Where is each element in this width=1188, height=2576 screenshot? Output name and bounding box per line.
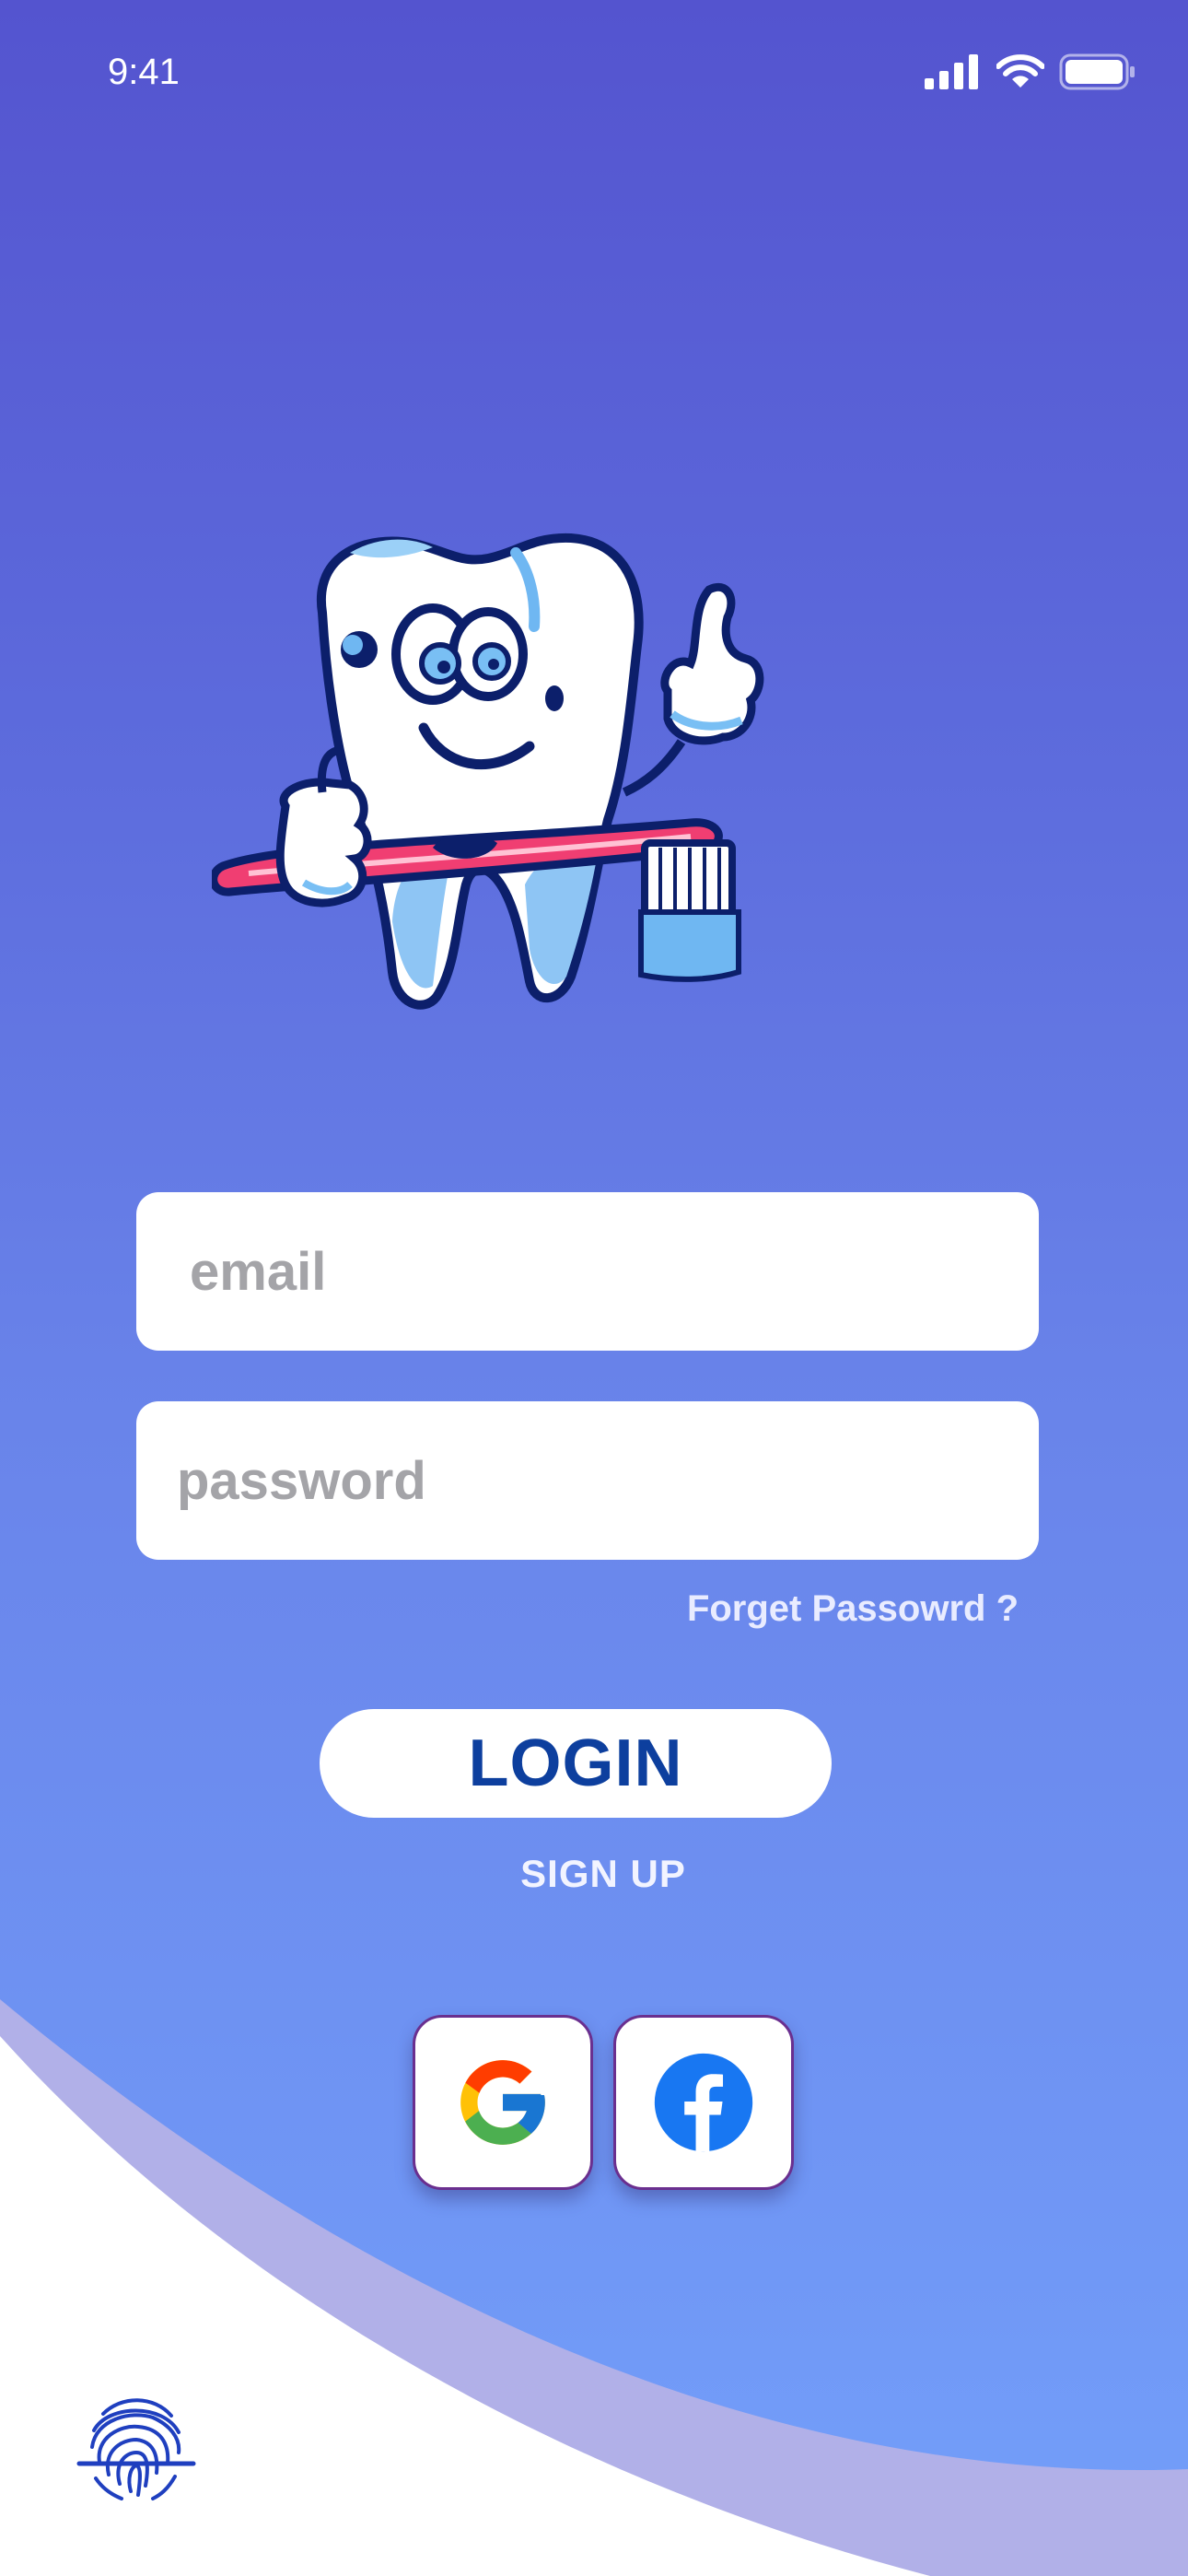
facebook-login-button[interactable] xyxy=(613,2015,794,2190)
google-login-button[interactable] xyxy=(413,2015,593,2190)
status-icons xyxy=(925,53,1136,90)
signal-icon xyxy=(925,54,978,89)
email-field[interactable] xyxy=(136,1192,1039,1351)
sign-up-link[interactable]: SIGN UP xyxy=(0,1852,1188,1896)
wifi-icon xyxy=(996,54,1044,88)
password-input[interactable] xyxy=(136,1401,1039,1560)
facebook-icon xyxy=(654,2053,753,2152)
password-field[interactable] xyxy=(136,1401,1039,1560)
forgot-password-link[interactable]: Forget Passowrd ? xyxy=(687,1588,1019,1630)
login-button[interactable]: LOGIN xyxy=(320,1709,832,1818)
status-time: 9:41 xyxy=(108,52,180,92)
email-input[interactable] xyxy=(136,1192,1039,1351)
battery-icon xyxy=(1059,53,1135,90)
fingerprint-icon[interactable] xyxy=(76,2386,197,2506)
login-screen: 9:41 email Forget Passowrd ? LOGIN SIGN … xyxy=(0,0,1188,2576)
tooth-mascot-image xyxy=(212,533,764,1010)
google-icon xyxy=(460,2060,545,2145)
